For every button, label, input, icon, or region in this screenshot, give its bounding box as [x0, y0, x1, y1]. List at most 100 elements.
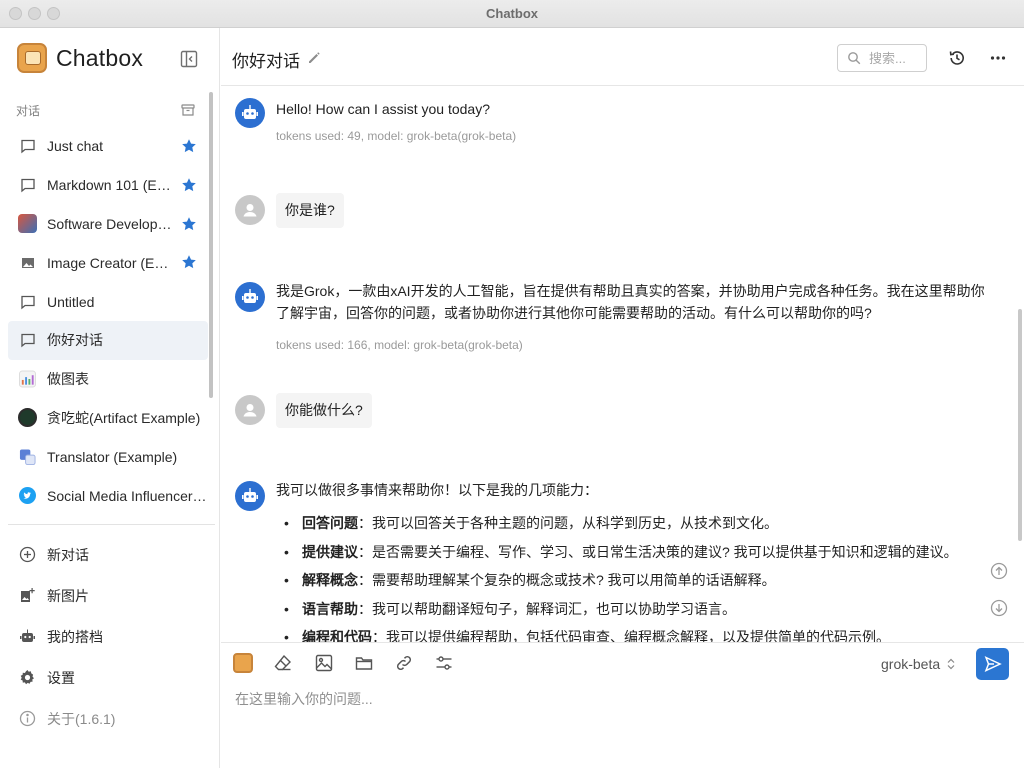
- search-input[interactable]: [869, 50, 927, 66]
- conversation-item-just-chat[interactable]: Just chat: [8, 127, 208, 166]
- conversation-item-image-creator[interactable]: Image Creator (Example): [8, 243, 208, 282]
- list-item-key: 解释概念: [302, 572, 358, 588]
- list-item: • 编程和代码 ：我可以提供编程帮助，包括代码审查、编程概念解释，以及提供简单的代码…: [284, 623, 958, 642]
- settings-button[interactable]: 设置: [8, 657, 208, 698]
- eraser-icon[interactable]: [273, 653, 293, 673]
- messages-scrollbar[interactable]: [1018, 309, 1022, 541]
- list-item: • 解释概念 ：需要帮助理解某个复杂的概念或技术? 我可以用简单的话语解释。: [284, 566, 958, 595]
- list-item: • 语言帮助 ：我可以帮助翻译短句子，解释词汇，也可以协助学习语言。: [284, 595, 958, 624]
- about-label: 关于(1.6.1): [47, 710, 116, 727]
- brand: Chatbox: [17, 43, 143, 73]
- folder-icon[interactable]: [354, 653, 374, 673]
- message-text: 你能做什么?: [276, 393, 372, 428]
- message-body: 你能做什么?: [276, 393, 372, 428]
- conversations-section-header: 对话: [16, 102, 196, 118]
- scroll-up-icon[interactable]: [990, 562, 1008, 580]
- list-item-text: ：是否需要关于编程、写作、学习、或日常生活决策的建议? 我可以提供基于知识和逻辑…: [358, 543, 958, 560]
- new-image-label: 新图片: [47, 587, 89, 604]
- settings-sliders-icon[interactable]: [434, 653, 454, 673]
- chat-bubble-icon: [19, 138, 36, 155]
- message-input[interactable]: [235, 689, 995, 749]
- message-text-line: 我是Grok，一款由xAI开发的人工智能，旨在提供有帮助且真实的答案，并协助用户…: [276, 283, 985, 299]
- message-list: Hello! How can I assist you today? token…: [221, 87, 1024, 642]
- settings-label: 设置: [47, 669, 75, 686]
- info-icon: [19, 710, 36, 727]
- message-body: 我可以做很多事情来帮助你！以下是我的几项能力： • 回答问题 ：我可以回答关于各种主…: [276, 479, 958, 642]
- message-body: 我是Grok，一款由xAI开发的人工智能，旨在提供有帮助且真实的答案，并协助用户…: [276, 280, 985, 352]
- star-icon[interactable]: [181, 138, 197, 154]
- model-selector[interactable]: grok-beta: [881, 656, 956, 672]
- my-partner-button[interactable]: 我的搭档: [8, 616, 208, 657]
- list-item-text: ：我可以帮助翻译短句子，解释词汇，也可以协助学习语言。: [358, 600, 736, 617]
- star-icon[interactable]: [181, 177, 197, 193]
- search-icon: [847, 51, 861, 65]
- star-icon[interactable]: [181, 216, 197, 232]
- conversation-item-hello-chat[interactable]: 你好对话: [8, 320, 208, 360]
- list-item-key: 回答问题: [302, 515, 358, 531]
- chat-bubble-icon: [19, 332, 36, 349]
- conversation-item-snake-game[interactable]: 贪吃蛇(Artifact Example): [8, 399, 208, 438]
- conversation-item-social-media[interactable]: Social Media Influencer (Example): [8, 476, 208, 515]
- list-item-key: 语言帮助: [302, 600, 358, 617]
- list-item-text: ：我可以回答关于各种主题的问题，从科学到历史，从技术到文化。: [358, 515, 778, 531]
- software-developer-avatar-icon: [18, 214, 37, 234]
- snake-game-avatar-icon: [18, 408, 37, 428]
- new-image-button[interactable]: 新图片: [8, 575, 208, 616]
- archive-icon[interactable]: [180, 102, 196, 118]
- star-icon[interactable]: [181, 254, 197, 270]
- about-button[interactable]: 关于(1.6.1): [8, 698, 208, 739]
- conversation-item-untitled[interactable]: Untitled: [8, 282, 208, 321]
- conversation-item-software-developer[interactable]: Software Developer (Example): [8, 205, 208, 244]
- sidebar-scrollbar[interactable]: [209, 92, 213, 398]
- search-box[interactable]: [837, 44, 927, 72]
- plus-circle-icon: [19, 546, 36, 563]
- new-chat-button[interactable]: 新对话: [8, 534, 208, 575]
- chatbox-logo-icon: [17, 43, 47, 73]
- conversation-item-make-chart[interactable]: 做图表: [8, 360, 208, 399]
- link-icon[interactable]: [394, 653, 414, 673]
- sidebar-divider: [8, 524, 215, 525]
- image-upload-icon[interactable]: [314, 653, 334, 673]
- pencil-icon[interactable]: [307, 51, 321, 65]
- bot-avatar-icon: [235, 481, 265, 511]
- history-icon[interactable]: [948, 49, 966, 67]
- conversation-label: Markdown 101 (Example): [47, 177, 175, 194]
- chat-bubble-icon: [19, 177, 36, 194]
- list-item: • 提供建议 ：是否需要关于编程、写作、学习、或日常生活决策的建议? 我可以提供基于…: [284, 538, 958, 567]
- chatbox-logo-icon[interactable]: [233, 653, 253, 673]
- gear-icon: [19, 669, 36, 686]
- robot-icon: [19, 628, 36, 645]
- new-chat-label: 新对话: [47, 546, 89, 563]
- main-panel: 你好对话 Hello! How can I assist you today? …: [221, 28, 1024, 768]
- brand-name: Chatbox: [56, 44, 144, 71]
- more-options-icon[interactable]: [989, 49, 1007, 67]
- chat-header: 你好对话: [221, 28, 1024, 86]
- user-avatar-icon: [235, 195, 265, 225]
- conversations-section-label: 对话: [16, 104, 41, 118]
- scroll-down-icon[interactable]: [990, 599, 1008, 617]
- window-title: Chatbox: [486, 6, 538, 21]
- sidebar-menu: 新对话 新图片 我的搭档 设置 关于(1.6.1): [8, 534, 208, 739]
- conversation-label: Just chat: [47, 138, 104, 155]
- sidebar: Chatbox 对话 Just chat Markdown 101 (Exa S…: [0, 28, 220, 768]
- model-name: grok-beta: [881, 656, 941, 672]
- message-intro: 我可以做很多事情来帮助你！以下是我的几项能力：: [276, 482, 598, 498]
- conversation-item-markdown-101[interactable]: Markdown 101 (Example): [8, 166, 208, 205]
- conversation-label: Untitled: [47, 293, 95, 310]
- list-item-key: 提供建议: [302, 543, 358, 560]
- message-meta: tokens used: 166, model: grok-beta(grok-…: [276, 338, 523, 352]
- conversation-list: Just chat Markdown 101 (Example) Softwar…: [8, 127, 208, 515]
- chevron-up-down-icon: [946, 658, 956, 670]
- list-item: • 回答问题 ：我可以回答关于各种主题的问题，从科学到历史，从技术到文化。: [284, 509, 958, 538]
- bot-avatar-icon: [235, 282, 265, 312]
- conversation-label: 贪吃蛇(Artifact Example): [47, 409, 201, 426]
- title-bar: Chatbox: [0, 0, 1024, 28]
- conversation-label: Software Developer (Example): [47, 215, 175, 232]
- translator-avatar-icon: [19, 448, 36, 465]
- collapse-sidebar-icon[interactable]: [179, 49, 199, 69]
- conversation-label: 你好对话: [47, 332, 103, 349]
- conversation-label: 做图表: [47, 371, 89, 388]
- conversation-item-translator[interactable]: Translator (Example): [8, 437, 208, 476]
- composer: grok-beta: [221, 642, 1024, 768]
- send-button[interactable]: [976, 648, 1009, 680]
